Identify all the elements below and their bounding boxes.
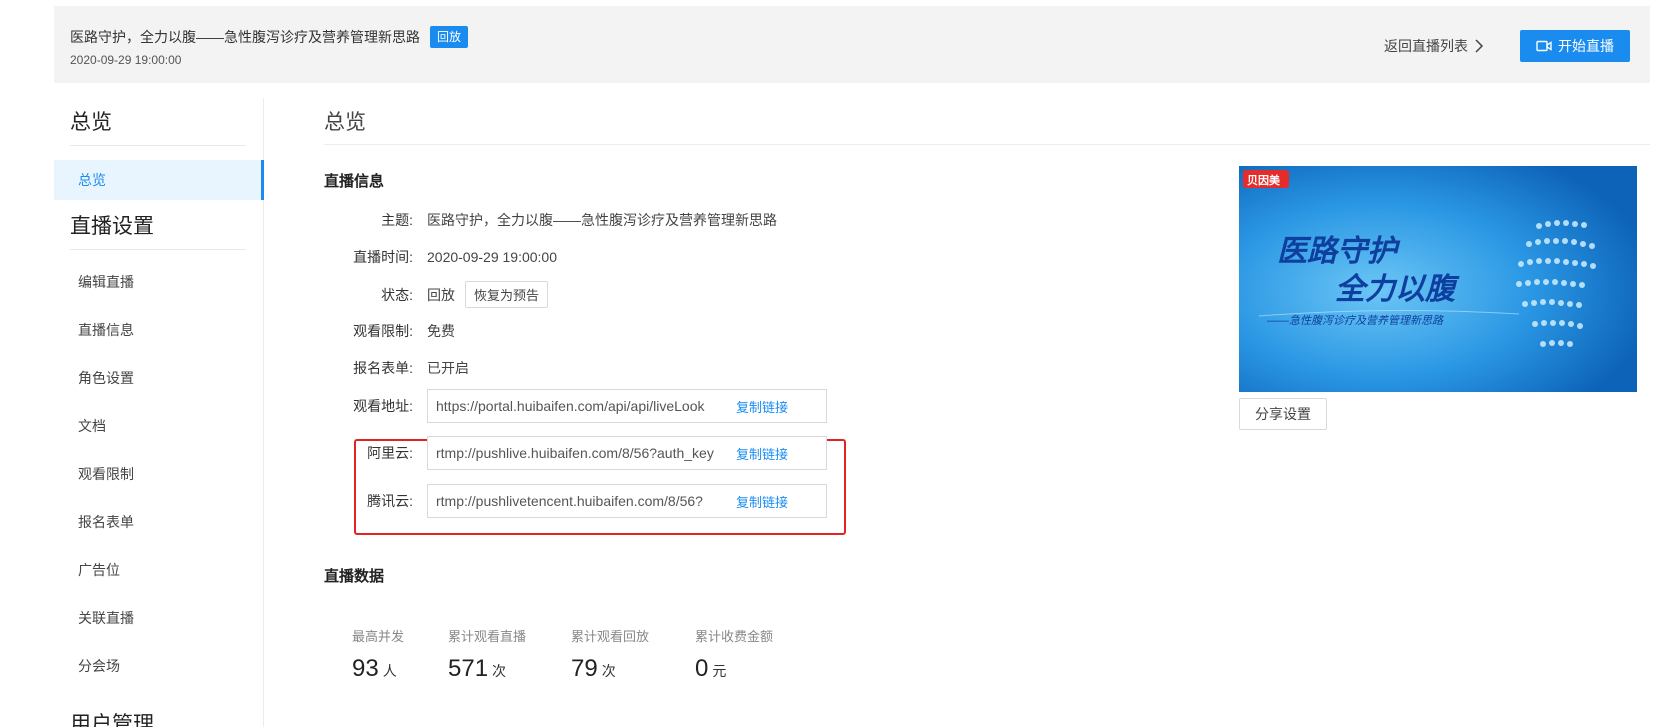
signup-form-value: 已开启 — [427, 360, 469, 376]
status-badge: 回放 — [430, 26, 469, 48]
aliyun-row: 阿里云: rtmp://pushlive.huibaifen.com/8/56?… — [340, 436, 827, 470]
stat-value: 93 — [352, 655, 379, 682]
sidebar-item-linked-live[interactable]: 关联直播 — [54, 598, 264, 638]
stat-replay-views: 累计观看回放 79 次 — [571, 626, 649, 683]
sidebar-section-user-management: 用户管理 — [70, 713, 154, 727]
copy-tencent-url-button[interactable]: 复制链接 — [726, 492, 826, 511]
live-data-title: 直播数据 — [324, 568, 385, 585]
sidebar-item-roles[interactable]: 角色设置 — [54, 358, 264, 398]
stat-max-concurrent: 最高并发 93 人 — [352, 626, 404, 683]
subject-value: 医路守护，全力以腹——急性腹泻诊疗及营养管理新思路 — [427, 212, 777, 228]
watch-url-field[interactable]: https://portal.huibaifen.com/api/api/liv… — [427, 389, 827, 423]
sidebar-item-ad-slot[interactable]: 广告位 — [54, 550, 264, 590]
stat-label: 累计收费金额 — [695, 629, 774, 644]
aliyun-label: 阿里云: — [367, 445, 413, 461]
video-camera-icon — [1536, 40, 1552, 52]
time-label: 直播时间: — [353, 249, 413, 265]
poster-line2: 全力以腹 — [1335, 273, 1455, 306]
divider — [324, 144, 1650, 145]
stat-value: 571 — [448, 655, 489, 682]
status-row: 状态: 回放 恢复为预告 — [340, 281, 549, 308]
tencent-url-value[interactable]: rtmp://pushlivetencent.huibaifen.com/8/5… — [428, 493, 726, 509]
stat-value-row: 571 次 — [448, 655, 526, 683]
back-to-list-label: 返回直播列表 — [1384, 38, 1468, 54]
sidebar-item-sub-venue[interactable]: 分会场 — [54, 646, 264, 686]
back-to-list-link[interactable]: 返回直播列表 — [1384, 36, 1484, 56]
live-info-title: 直播信息 — [324, 173, 385, 190]
stat-revenue: 累计收费金额 0元 — [695, 626, 773, 683]
stat-unit: 次 — [492, 663, 507, 679]
sidebar-item-documents[interactable]: 文档 — [54, 406, 264, 446]
stat-value: 79 — [571, 655, 598, 682]
stat-label: 最高并发 — [352, 629, 405, 644]
stat-value-row: 79 次 — [571, 655, 649, 683]
aliyun-url-field[interactable]: rtmp://pushlive.huibaifen.com/8/56?auth_… — [427, 436, 827, 470]
divider — [70, 249, 246, 250]
status-value: 回放 — [427, 286, 455, 303]
poster-logo: 贝因美 — [1247, 175, 1280, 187]
tencent-row: 腾讯云: rtmp://pushlivetencent.huibaifen.co… — [340, 484, 827, 518]
page-title: 总览 — [324, 111, 366, 134]
sidebar-item-edit-live[interactable]: 编辑直播 — [54, 262, 264, 302]
copy-watch-url-button[interactable]: 复制链接 — [726, 397, 826, 416]
sidebar-section-live-settings: 直播设置 — [70, 215, 154, 238]
sidebar-item-signup-form[interactable]: 报名表单 — [54, 502, 264, 542]
aliyun-url-value[interactable]: rtmp://pushlive.huibaifen.com/8/56?auth_… — [428, 445, 726, 461]
watch-url-row: 观看地址: https://portal.huibaifen.com/api/a… — [340, 389, 827, 423]
sidebar-item-overview[interactable]: 总览 — [54, 160, 264, 200]
sidebar: 总览 总览 直播设置 编辑直播 直播信息 角色设置 文档 观看限制 报名表单 广… — [54, 98, 264, 727]
subject-label: 主题: — [381, 212, 413, 228]
stat-label: 累计观看直播 — [448, 629, 527, 644]
live-poster-image: 贝因美 医路守护 全力以腹 ——急性腹泻诊疗及营养管理新思路 — [1239, 166, 1637, 392]
tencent-label: 腾讯云: — [367, 493, 413, 509]
sidebar-item-live-info[interactable]: 直播信息 — [54, 310, 264, 350]
live-header: 医路守护，全力以腹——急性腹泻诊疗及营养管理新思路 回放 2020-09-29 … — [54, 6, 1650, 83]
sidebar-section-overview: 总览 — [70, 111, 112, 134]
poster-subtitle: ——急性腹泻诊疗及营养管理新思路 — [1267, 315, 1443, 327]
restore-preview-button[interactable]: 恢复为预告 — [465, 281, 549, 308]
watch-limit-label: 观看限制: — [353, 323, 413, 339]
live-title: 医路守护，全力以腹——急性腹泻诊疗及营养管理新思路 — [70, 29, 420, 45]
signup-form-row: 报名表单: 已开启 — [340, 358, 469, 378]
stat-value: 0 — [695, 655, 709, 682]
stat-live-views: 累计观看直播 571 次 — [448, 626, 526, 683]
watch-limit-row: 观看限制: 免费 — [340, 321, 455, 341]
divider — [70, 145, 246, 146]
tencent-url-field[interactable]: rtmp://pushlivetencent.huibaifen.com/8/5… — [427, 484, 827, 518]
stat-value-row: 0元 — [695, 655, 773, 683]
watch-url-value[interactable]: https://portal.huibaifen.com/api/api/liv… — [428, 398, 726, 414]
watch-limit-value: 免费 — [427, 323, 455, 339]
start-live-label: 开始直播 — [1558, 38, 1614, 54]
copy-aliyun-url-button[interactable]: 复制链接 — [726, 444, 826, 463]
stat-value-row: 93 人 — [352, 655, 404, 683]
stat-unit: 人 — [382, 663, 397, 679]
signup-form-label: 报名表单: — [353, 360, 413, 376]
stat-unit: 元 — [712, 663, 727, 679]
live-title-row: 医路守护，全力以腹——急性腹泻诊疗及营养管理新思路 回放 — [70, 26, 469, 48]
stat-label: 累计观看回放 — [571, 629, 650, 644]
stat-unit: 次 — [601, 663, 616, 679]
start-live-button[interactable]: 开始直播 — [1520, 30, 1630, 62]
watch-url-label: 观看地址: — [353, 398, 413, 414]
sidebar-item-watch-limit[interactable]: 观看限制 — [54, 454, 264, 494]
subject-row: 主题: 医路守护，全力以腹——急性腹泻诊疗及营养管理新思路 — [340, 210, 777, 230]
chevron-right-icon — [1475, 39, 1484, 53]
time-row: 直播时间: 2020-09-29 19:00:00 — [340, 247, 557, 267]
time-value: 2020-09-29 19:00:00 — [427, 249, 557, 265]
status-label: 状态: — [381, 286, 413, 303]
live-date: 2020-09-29 19:00:00 — [70, 53, 182, 67]
share-settings-button[interactable]: 分享设置 — [1239, 398, 1327, 430]
